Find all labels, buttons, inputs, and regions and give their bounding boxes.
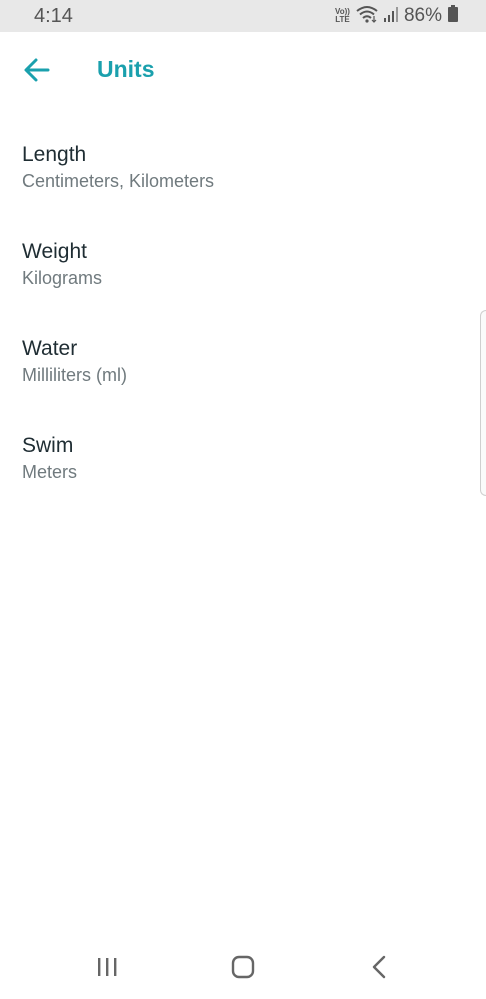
volte-icon: Vo)) LTE [335,7,350,24]
home-button[interactable] [225,951,261,983]
unit-label: Length [22,143,87,166]
unit-label: Water [22,337,78,360]
unit-value: Milliliters (ml) [22,365,127,385]
status-bar: 4:14 Vo)) LTE 86% [0,0,486,32]
unit-value: Kilograms [22,268,103,288]
unit-label: Swim [22,434,74,457]
units-list: Length Centimeters, Kilometers Weight Ki… [0,130,486,518]
recent-apps-button[interactable] [89,951,125,983]
status-icons: Vo)) LTE 86% [335,5,458,28]
battery-percent: 86% [403,5,442,26]
page-title: Units [97,56,155,82]
edge-panel-handle[interactable] [480,310,486,496]
battery-icon [448,5,458,27]
unit-item-length[interactable]: Length Centimeters, Kilometers [0,130,486,227]
unit-item-water[interactable]: Water Milliliters (ml) [0,324,486,421]
wifi-icon [356,5,378,28]
unit-item-weight[interactable]: Weight Kilograms [0,227,486,324]
home-icon [231,955,255,979]
back-button[interactable] [22,56,54,84]
arrow-left-icon [24,58,50,82]
signal-icon [383,6,398,27]
units-screen: 4:14 Vo)) LTE 86% Units Length Centimete… [0,0,486,999]
system-back-button[interactable] [362,951,398,983]
recent-apps-icon [98,958,117,976]
back-nav-icon [372,955,386,979]
app-bar: Units [0,32,486,108]
navigation-bar [0,935,486,999]
unit-value: Meters [22,462,78,482]
status-time: 4:14 [34,4,73,27]
unit-item-swim[interactable]: Swim Meters [0,421,486,518]
unit-label: Weight [22,240,87,263]
unit-value: Centimeters, Kilometers [22,171,215,191]
